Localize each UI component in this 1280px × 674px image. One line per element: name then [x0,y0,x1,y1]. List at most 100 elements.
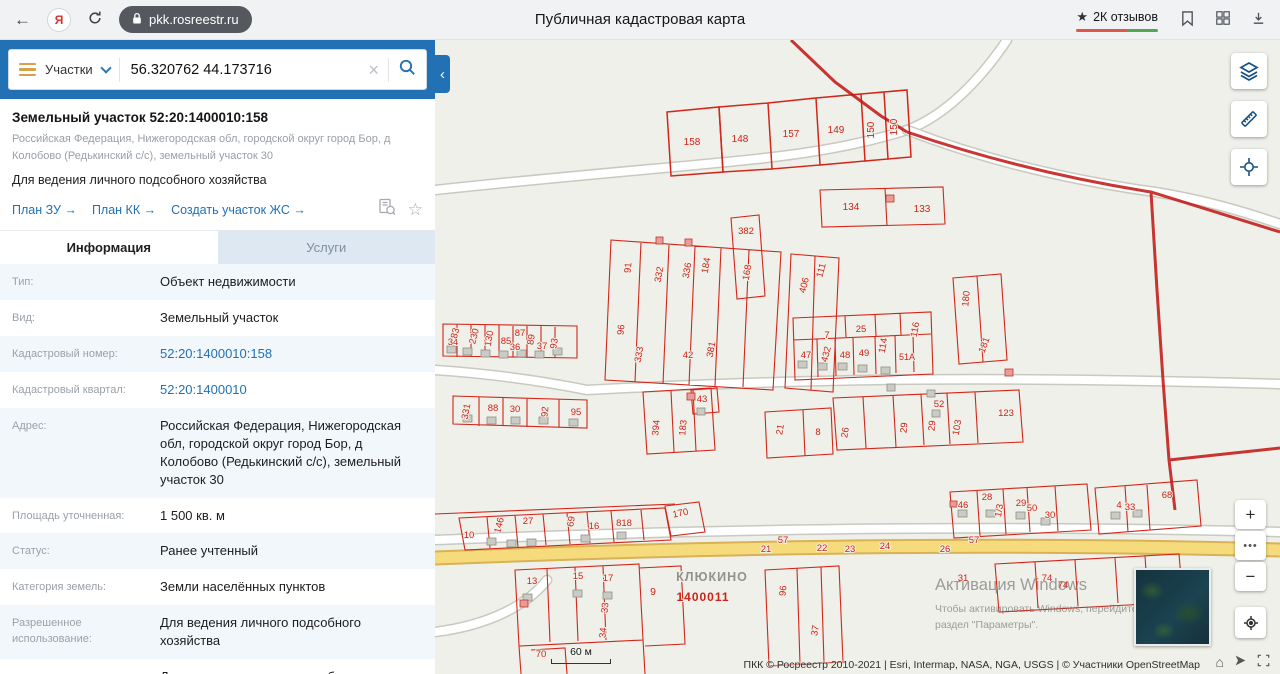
building [568,418,579,427]
parcel-label: 48 [840,350,851,361]
panel-collapse-button[interactable]: ‹ [435,55,450,93]
building [696,407,706,416]
create-parcel-link[interactable]: Создать участок ЖС → [171,203,306,217]
info-value: Земельный участок [160,309,279,325]
parcel-label: 91 [623,262,635,273]
info-value: 1 500 кв. м [160,507,225,523]
building [926,389,936,398]
zoom-in-button[interactable]: + [1235,500,1266,529]
parcel-label: 394 [650,419,662,436]
search-header: Участки × [0,40,435,99]
home-icon[interactable]: ⌂ [1216,655,1224,669]
back-icon[interactable]: ← [14,11,31,28]
parcel-label: 93 [548,337,561,349]
parcel-label: 96 [778,585,790,596]
overview-minimap[interactable] [1134,568,1211,646]
tab-information[interactable]: Информация [0,231,218,264]
parcel-label: 123 [998,408,1014,419]
tab-services[interactable]: Услуги [217,231,435,264]
parcel-label: 29 [899,422,911,433]
building [486,537,497,546]
measure-ruler-button[interactable] [1231,101,1267,137]
building-highlighted [1004,368,1014,377]
browser-chrome: ← Я pkk.rosreestr.ru Публичная кадастров… [0,0,1280,40]
download-icon[interactable] [1251,11,1266,29]
parcel-label: 16 [589,521,600,532]
search-icon[interactable] [398,58,416,81]
parcel-label: 158 [684,137,701,148]
geolocation-button[interactable] [1235,607,1266,638]
layers-button[interactable] [1231,53,1267,89]
parcel-label: 33 [1125,502,1136,513]
chrome-actions: ★ 2К отзывов [1074,7,1266,33]
building [797,360,808,369]
locate-arrow-icon[interactable] [1234,654,1247,669]
parcel-label: 8 [815,427,820,438]
zoom-more-button[interactable]: ••• [1235,531,1266,560]
building [616,531,627,540]
info-row: Категория земель: Земли населённых пункто… [0,569,435,605]
parcel-label: 68 [1162,490,1173,501]
info-label: Площадь уточненная: [12,509,125,522]
crosshair-button[interactable] [1231,149,1267,185]
parcel-label: 150 [866,121,877,138]
zoom-out-button[interactable]: − [1235,562,1266,591]
parcel-label: 28 [982,492,993,503]
parcel-label: 27 [523,516,534,527]
parcel-label: 57 [778,535,789,546]
info-row: Кадастровый квартал: 52:20:1400010 [0,372,435,408]
favorite-star-icon[interactable]: ☆ [408,201,423,218]
parcel-label: 7 [824,330,829,341]
page-title: Публичная кадастровая карта [534,11,746,28]
parcel-label: 43 [697,394,708,405]
parcel-label: 4 [1116,500,1121,511]
scale-label: 60 м [570,646,592,658]
search-category-select[interactable]: Участки [45,62,93,77]
building-highlighted [684,238,693,247]
parcel-label: 10 [464,530,475,541]
building [880,366,891,375]
building [837,362,848,371]
building [506,539,517,548]
info-row: Вид: Земельный участок [0,300,435,336]
doc-preview-icon[interactable] [378,198,396,221]
building [931,409,941,418]
parcel-label: 150 [889,118,900,135]
chevron-down-icon[interactable] [100,61,112,74]
collections-icon[interactable] [1215,10,1231,29]
search-input[interactable] [128,60,360,79]
info-value-link[interactable]: 52:20:1400010:158 [160,345,272,363]
yandex-browser-icon[interactable]: Я [47,7,71,32]
plan-kk-link[interactable]: План КК → [92,203,156,217]
info-row: Статус: Ранее учтенный [0,533,435,570]
parcel-label: 26 [940,544,951,555]
info-panel: Участки × Земельный участок 52:20:140001… [0,40,435,674]
info-label: Статус: [12,545,50,558]
info-value-link[interactable]: 52:20:1400010 [160,381,247,399]
info-rows: Тип: Объект недвижимости Вид: Земельный уча… [0,264,435,674]
url-text: pkk.rosreestr.ru [149,12,239,27]
refresh-icon[interactable] [87,10,103,29]
parcel-label: 50 [1027,503,1038,514]
reviews-badge[interactable]: ★ 2К отзывов [1074,7,1160,33]
fullscreen-icon[interactable] [1257,654,1270,669]
info-label: Вид: [12,311,35,324]
parcel-label: 92 [540,406,552,417]
parcel-label: 21 [774,423,787,435]
bookmark-icon[interactable] [1180,10,1195,30]
building [1110,511,1121,520]
map-toolbar [1231,53,1267,185]
info-value: Объект недвижимости [160,274,296,289]
plan-zu-link[interactable]: План ЗУ → [12,203,77,217]
parcel-label: 25 [856,324,867,335]
info-value: Ранее учтенный [160,543,258,559]
parcel-label: 21 [761,544,772,555]
url-bar[interactable]: pkk.rosreestr.ru [119,6,252,33]
menu-icon[interactable] [19,62,36,77]
clear-search-icon[interactable]: × [368,61,379,79]
parcel-label: 1/3 [993,503,1006,518]
search-bar: Участки × [8,49,427,90]
building-highlighted [949,500,958,508]
main-content: Участки × Земельный участок 52:20:140001… [0,40,1280,674]
info-label: Категория земель: [12,581,107,594]
